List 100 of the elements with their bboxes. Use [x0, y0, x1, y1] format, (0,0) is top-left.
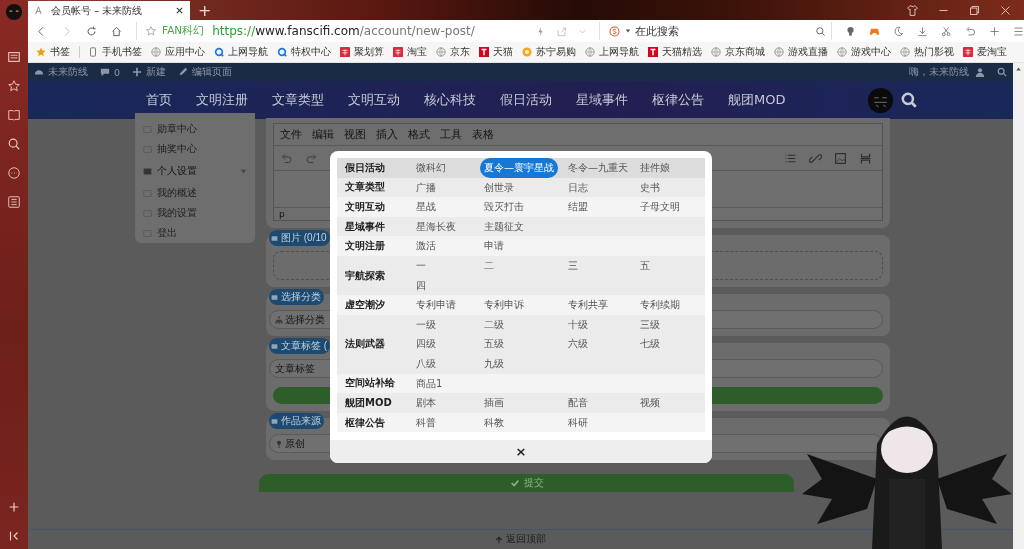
- category-tag[interactable]: 挂件娘: [636, 158, 674, 178]
- star-icon[interactable]: [145, 25, 158, 37]
- category-tag[interactable]: 科教: [480, 412, 508, 433]
- menu-icon[interactable]: [1012, 24, 1024, 38]
- bookmark-link[interactable]: 京东: [436, 45, 470, 59]
- collapse-icon[interactable]: [7, 529, 21, 543]
- image-icon[interactable]: [834, 151, 847, 165]
- category-tag[interactable]: 五: [636, 255, 654, 276]
- editor-menu-item[interactable]: 工具: [440, 128, 462, 142]
- chat-icon[interactable]: [7, 166, 21, 180]
- category-tag[interactable]: 科研: [564, 412, 592, 433]
- nav-link[interactable]: 星域事件: [576, 91, 628, 109]
- moon-icon[interactable]: [892, 24, 904, 38]
- browser-tab[interactable]: 会员帐号 – 未来防线: [28, 1, 190, 20]
- bookmark-link[interactable]: 京东商城: [711, 45, 765, 59]
- nav-link[interactable]: 文章类型: [272, 91, 324, 109]
- bookmark-link[interactable]: 热门影视: [900, 45, 954, 59]
- bookmark-link[interactable]: 上网导航: [214, 45, 268, 59]
- address-field[interactable]: FAN科幻 https://www.fanscifi.com/account/new-post/: [136, 22, 593, 40]
- document-icon[interactable]: [7, 195, 21, 209]
- category-tag[interactable]: 八级: [412, 353, 440, 374]
- category-tag[interactable]: 专利申请: [412, 295, 460, 315]
- category-tag[interactable]: 十级: [564, 314, 592, 335]
- caret-icon[interactable]: [624, 28, 631, 34]
- undo-icon[interactable]: [964, 24, 976, 38]
- site-link[interactable]: 未来防线: [34, 65, 88, 79]
- home-icon[interactable]: [111, 24, 123, 38]
- scrollbar[interactable]: [1013, 63, 1024, 549]
- category-tag[interactable]: 星战: [412, 197, 440, 217]
- nav-link[interactable]: 假日活动: [500, 91, 552, 109]
- category-tag[interactable]: 毁灭打击: [480, 197, 528, 217]
- category-tag[interactable]: 六级: [564, 334, 592, 354]
- editor-menu-item[interactable]: 视图: [344, 128, 366, 142]
- editor-menu-item[interactable]: 表格: [472, 128, 494, 142]
- search-icon[interactable]: [997, 67, 1007, 77]
- category-tag[interactable]: 子母文明: [636, 197, 684, 217]
- category-tag[interactable]: 四级: [412, 334, 440, 354]
- category-tag[interactable]: 二级: [480, 314, 508, 335]
- category-tag[interactable]: 视频: [636, 393, 664, 413]
- category-tag[interactable]: 三级: [636, 314, 664, 335]
- category-tag[interactable]: 九级: [480, 353, 508, 374]
- bookmark-link[interactable]: 淘宝: [393, 45, 427, 59]
- category-tag[interactable]: 创世录: [480, 177, 518, 198]
- logo-icon[interactable]: [5, 3, 23, 21]
- category-tag[interactable]: 日志: [564, 177, 592, 198]
- category-tag[interactable]: 广播: [412, 177, 440, 198]
- book-icon[interactable]: [7, 108, 21, 122]
- category-tag[interactable]: 专利续期: [636, 295, 684, 315]
- bookmark-link[interactable]: 特权中心: [277, 45, 331, 59]
- category-tag[interactable]: 商品1: [412, 373, 447, 394]
- editor-menu-item[interactable]: 编辑: [312, 128, 334, 142]
- logo-icon[interactable]: [867, 86, 894, 114]
- bookmark-link[interactable]: 手机书签: [88, 45, 142, 59]
- add-icon[interactable]: [988, 24, 1000, 38]
- category-tag[interactable]: 微科幻: [412, 158, 450, 178]
- category-tag[interactable]: 插画: [480, 393, 508, 413]
- menu-item[interactable]: 个人设置: [135, 159, 255, 183]
- search-icon[interactable]: [814, 25, 826, 37]
- nav-link[interactable]: 枢律公告: [652, 91, 704, 109]
- bookmark-link[interactable]: 上网导航: [585, 45, 639, 59]
- category-tag[interactable]: 申请: [480, 236, 508, 256]
- comments-link[interactable]: 0: [100, 66, 121, 78]
- editor-menu-item[interactable]: 插入: [376, 128, 398, 142]
- bookmark-link[interactable]: 书签: [36, 45, 70, 59]
- nav-link[interactable]: 文明注册: [196, 91, 248, 109]
- close-icon[interactable]: [999, 4, 1012, 17]
- category-tag[interactable]: 专利申诉: [480, 295, 528, 315]
- download-icon[interactable]: [916, 24, 928, 38]
- fullscreen-icon[interactable]: [859, 151, 872, 165]
- search-icon[interactable]: [7, 137, 21, 151]
- category-tag[interactable]: 夏令—寰宇星战: [480, 158, 558, 178]
- bookmark-link[interactable]: 苏宁易购: [522, 45, 576, 59]
- lightbulb-icon[interactable]: [844, 24, 856, 38]
- category-tag[interactable]: 剧本: [412, 393, 440, 413]
- category-tag[interactable]: 五级: [480, 334, 508, 354]
- shirt-icon[interactable]: [906, 4, 919, 17]
- new-tab-button[interactable]: +: [198, 1, 212, 20]
- category-tag[interactable]: 结盟: [564, 197, 592, 217]
- scissors-icon[interactable]: [940, 24, 952, 38]
- search-engine-icon[interactable]: [608, 25, 620, 37]
- bookmark-link[interactable]: 游戏中心: [837, 45, 891, 59]
- category-tag[interactable]: 主题征文: [480, 216, 528, 237]
- category-tag[interactable]: 激活: [412, 236, 440, 256]
- bookmark-link[interactable]: 应用中心: [151, 45, 205, 59]
- nav-link[interactable]: 首页: [146, 91, 172, 109]
- star-icon[interactable]: [7, 79, 21, 93]
- nav-link[interactable]: 核心科技: [424, 91, 476, 109]
- category-tag[interactable]: 专利共享: [564, 295, 612, 315]
- bookmark-link[interactable]: 天猫: [479, 45, 513, 59]
- arrow-up-icon[interactable]: [1015, 66, 1022, 72]
- bookmark-link[interactable]: 游戏直播: [774, 45, 828, 59]
- search-icon[interactable]: [900, 91, 918, 109]
- add-icon[interactable]: [7, 500, 21, 514]
- editor-menu-item[interactable]: 文件: [280, 128, 302, 142]
- category-tag[interactable]: 三: [564, 255, 582, 276]
- reload-icon[interactable]: [86, 24, 98, 38]
- category-tag[interactable]: 四: [412, 275, 430, 296]
- restore-icon[interactable]: [968, 4, 981, 17]
- category-tag[interactable]: 科普: [412, 412, 440, 433]
- nav-link[interactable]: 舰团MOD: [728, 91, 786, 109]
